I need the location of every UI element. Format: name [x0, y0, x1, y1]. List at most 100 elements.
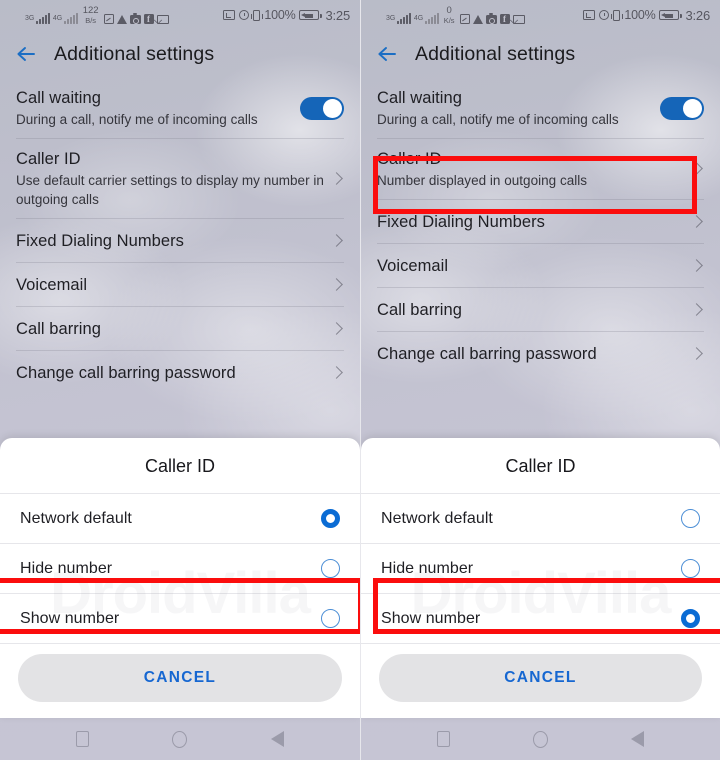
- setting-row-call-barring[interactable]: Call barring: [16, 307, 344, 351]
- chevron-right-icon: [692, 214, 702, 230]
- triangle-back-icon[interactable]: [631, 731, 645, 747]
- setting-title: Call barring: [16, 319, 101, 338]
- toggle-knob: [683, 98, 702, 118]
- setting-title: Call barring: [377, 300, 462, 319]
- radio-option-label: Hide number: [20, 559, 113, 577]
- setting-title: Change call barring password: [16, 364, 236, 382]
- app-bar: Additional settings: [0, 30, 360, 78]
- signal-icon-sim1: 3G: [386, 13, 411, 24]
- mail-icon: [156, 15, 169, 24]
- cancel-button[interactable]: CANCEL: [18, 654, 342, 702]
- facebook-icon: f: [499, 14, 510, 24]
- setting-row-change-call-barring-password[interactable]: Change call barring password: [377, 332, 704, 376]
- cancel-button[interactable]: CANCEL: [379, 654, 702, 702]
- network-speed-value: 122: [82, 5, 99, 16]
- radio-option-show-number[interactable]: Show number: [361, 594, 720, 644]
- circle-home-icon[interactable]: [172, 730, 188, 748]
- phone-screen-left: 3G 4G 122 B/s f 100% 3:25 Additional set…: [0, 0, 360, 760]
- dialog-title: Caller ID: [361, 438, 720, 494]
- dialog-title: Caller ID: [0, 438, 360, 494]
- status-bar-left-icons: 3G 4G 122 B/s f: [10, 6, 169, 24]
- page-title: Additional settings: [54, 42, 215, 65]
- signal-gen-label-sim1: 3G: [25, 15, 35, 22]
- call-waiting-toggle[interactable]: [300, 96, 344, 120]
- setting-title: Voicemail: [377, 256, 449, 275]
- battery-percent-label: 100%: [624, 8, 656, 22]
- alarm-icon: [599, 10, 610, 20]
- radio-button[interactable]: [321, 509, 340, 528]
- square-recents-icon[interactable]: [75, 731, 89, 747]
- setting-subtitle: Use default carrier settings to display …: [16, 173, 324, 207]
- signal-icon-sim1: 3G: [25, 13, 50, 24]
- navigation-bar: [361, 718, 720, 760]
- setting-row-caller-id[interactable]: Caller ID Use default carrier settings t…: [16, 139, 344, 219]
- battery-charging-icon: [299, 10, 322, 20]
- signal-gen-label-sim1: 3G: [386, 15, 396, 22]
- dialog-actions: CANCEL: [0, 644, 360, 718]
- radio-button[interactable]: [321, 609, 340, 628]
- setting-row-voicemail[interactable]: Voicemail: [377, 244, 704, 288]
- screenshot-stage: 3G 4G 122 B/s f 100% 3:25 Additional set…: [0, 0, 720, 760]
- status-bar: 3G 4G 0 K/s f 100% 3:26: [361, 0, 720, 30]
- status-bar: 3G 4G 122 B/s f 100% 3:25: [0, 0, 360, 30]
- setting-row-fixed-dialing-numbers[interactable]: Fixed Dialing Numbers: [16, 219, 344, 263]
- radio-button[interactable]: [681, 559, 700, 578]
- caller-id-dialog: Caller ID Network default Hide number Sh…: [361, 438, 720, 718]
- chevron-right-icon: [692, 302, 702, 318]
- radio-button[interactable]: [681, 509, 700, 528]
- setting-title: Call waiting: [16, 89, 101, 107]
- radio-option-show-number[interactable]: Show number: [0, 594, 360, 644]
- battery-percent-label: 100%: [264, 8, 296, 22]
- radio-option-hide-number[interactable]: Hide number: [361, 544, 720, 594]
- setting-row-voicemail[interactable]: Voicemail: [16, 263, 344, 307]
- radio-option-network-default[interactable]: Network default: [0, 494, 360, 544]
- setting-row-caller-id[interactable]: Caller ID Number displayed in outgoing c…: [377, 139, 704, 200]
- page-title: Additional settings: [415, 42, 576, 65]
- chevron-right-icon: [332, 321, 342, 337]
- vibrate-icon: [250, 9, 263, 21]
- drive-icon: [472, 15, 483, 24]
- screenshot-icon: [103, 14, 114, 24]
- radio-option-network-default[interactable]: Network default: [361, 494, 720, 544]
- setting-title: Voicemail: [16, 275, 88, 294]
- chevron-right-icon: [692, 346, 702, 362]
- back-arrow-icon[interactable]: [375, 42, 399, 66]
- setting-title: Caller ID: [16, 150, 81, 168]
- square-recents-icon[interactable]: [436, 731, 450, 747]
- setting-title: Fixed Dialing Numbers: [377, 212, 545, 231]
- vibrate-icon: [610, 9, 623, 21]
- radio-button[interactable]: [681, 609, 700, 628]
- radio-button[interactable]: [321, 559, 340, 578]
- setting-row-call-barring[interactable]: Call barring: [377, 288, 704, 332]
- setting-row-call-waiting[interactable]: Call waiting During a call, notify me of…: [377, 78, 704, 139]
- status-bar-right-icons: 100% 3:26: [583, 8, 710, 23]
- setting-row-change-call-barring-password[interactable]: Change call barring password: [16, 351, 344, 395]
- setting-subtitle: Number displayed in outgoing calls: [377, 173, 588, 188]
- camera-icon: [129, 13, 141, 24]
- network-speed-unit: K/s: [443, 15, 455, 25]
- chevron-right-icon: [332, 365, 342, 381]
- facebook-icon: f: [143, 14, 154, 24]
- back-arrow-icon[interactable]: [14, 42, 38, 66]
- triangle-back-icon[interactable]: [271, 731, 285, 747]
- setting-title: Call waiting: [377, 89, 462, 107]
- network-speed-value: 0: [446, 5, 452, 16]
- alarm-icon: [239, 10, 250, 20]
- signal-gen-label-sim2: 4G: [52, 15, 63, 22]
- settings-list: Call waiting During a call, notify me of…: [0, 78, 360, 395]
- chevron-right-icon: [332, 233, 342, 249]
- call-waiting-toggle[interactable]: [660, 96, 704, 120]
- toggle-knob: [323, 98, 342, 118]
- setting-row-call-waiting[interactable]: Call waiting During a call, notify me of…: [16, 78, 344, 139]
- radio-option-hide-number[interactable]: Hide number: [0, 544, 360, 594]
- status-bar-left-icons: 3G 4G 0 K/s f: [371, 6, 525, 24]
- chevron-right-icon: [692, 258, 702, 274]
- status-bar-clock: 3:25: [325, 7, 350, 23]
- settings-list: Call waiting During a call, notify me of…: [361, 78, 720, 376]
- setting-title: Fixed Dialing Numbers: [16, 231, 184, 250]
- circle-home-icon[interactable]: [532, 730, 548, 748]
- setting-row-fixed-dialing-numbers[interactable]: Fixed Dialing Numbers: [377, 200, 704, 244]
- drive-icon: [116, 15, 127, 24]
- radio-option-label: Network default: [20, 509, 132, 527]
- mail-icon: [512, 15, 525, 24]
